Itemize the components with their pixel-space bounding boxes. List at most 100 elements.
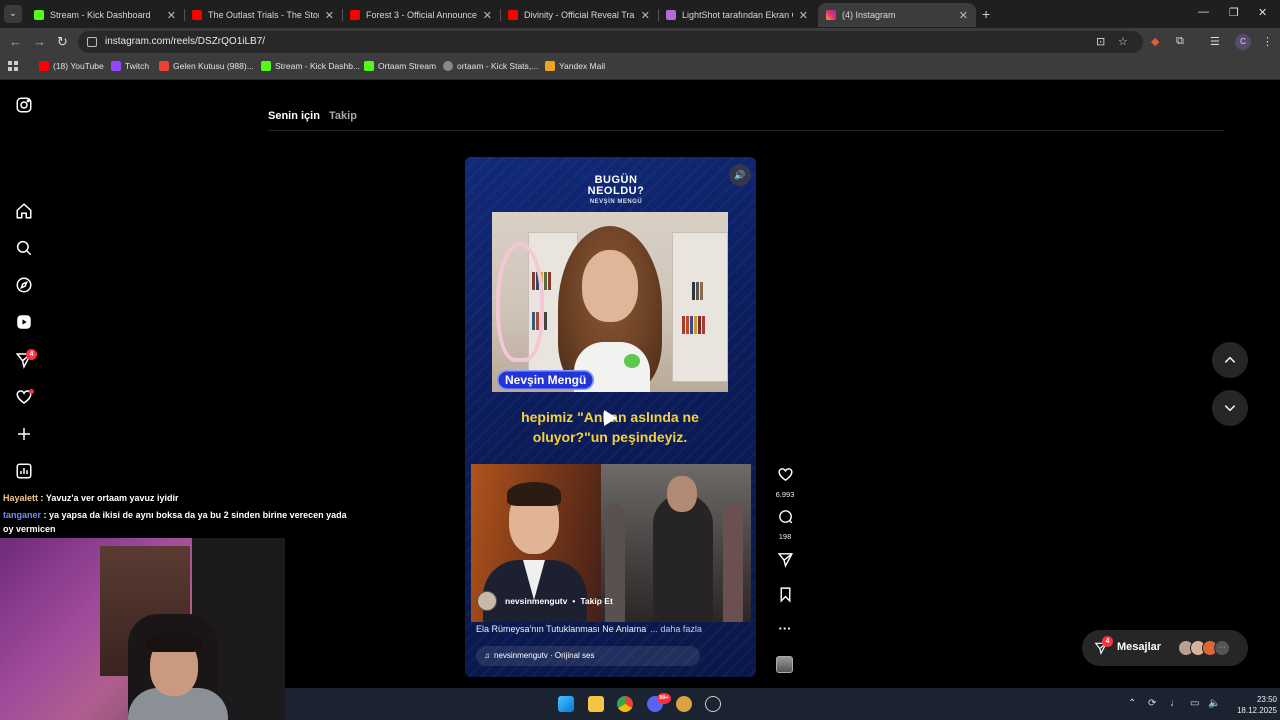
back-button[interactable]: ← — [9, 34, 22, 49]
tab-title: Divinity - Official Reveal Trailer — [524, 10, 635, 20]
speaker-icon[interactable]: 🔈 — [1208, 698, 1220, 709]
share-button[interactable] — [775, 551, 795, 573]
reels-icon[interactable] — [15, 313, 33, 331]
bookmark-kick-stats[interactable]: ortaam - Kick Stats,... — [443, 61, 538, 71]
comment-icon — [778, 510, 792, 524]
show-logo: BUGÜN NEOLDU? NEVŞİN MENGÜ — [587, 174, 645, 206]
notification-dot — [29, 389, 34, 394]
reel-video[interactable]: BUGÜN NEOLDU? NEVŞİN MENGÜ 🔊 Nevşin Meng… — [465, 157, 756, 677]
forward-button[interactable]: → — [33, 34, 46, 49]
chat-username: tanganer — [3, 510, 42, 520]
follow-button[interactable]: Takip Et — [580, 596, 612, 606]
tab-title: LightShot tarafından Ekran Görü — [682, 10, 793, 20]
presenter-photo — [492, 212, 728, 392]
chat-username: Hayalett — [3, 493, 39, 503]
tab-title: (4) Instagram — [842, 10, 896, 20]
close-tab-icon[interactable]: ✕ — [167, 9, 176, 22]
explore-compass-icon[interactable] — [15, 276, 33, 294]
youtube-icon — [350, 10, 360, 20]
tab-for-you[interactable]: Senin için — [268, 110, 320, 122]
close-tab-icon[interactable]: ✕ — [799, 9, 808, 22]
bookmark-star-icon[interactable]: ☆ — [1118, 35, 1128, 48]
restore-button[interactable]: ❐ — [1229, 6, 1239, 19]
tab-search-button[interactable]: ⌄ — [4, 5, 22, 23]
new-tab-button[interactable]: + — [982, 6, 990, 22]
sync-icon[interactable]: ⟳ — [1148, 698, 1156, 709]
bookmark-yandex-mail[interactable]: Yandex Mail — [545, 61, 605, 71]
like-button[interactable]: 6.993 — [775, 466, 795, 499]
tab-forest-3[interactable]: Forest 3 - Official Announceme ✕ — [342, 3, 500, 27]
heart-icon — [777, 468, 793, 482]
chat-message: tanganer : ya yapsa da ikisi de aynı bok… — [3, 510, 347, 520]
save-button[interactable] — [775, 586, 795, 608]
messages-pill[interactable]: 4 Mesajlar ··· — [1082, 630, 1248, 666]
address-bar[interactable]: instagram.com/reels/DSZrQO1iLB7/ ⊡ ☆ — [78, 31, 1143, 53]
close-tab-icon[interactable]: ✕ — [483, 9, 492, 22]
search-icon[interactable] — [15, 239, 33, 257]
app-icon[interactable] — [676, 696, 692, 712]
presenter-name-tag: Nevşin Mengü — [497, 370, 595, 390]
youtube-icon — [39, 61, 49, 71]
tray-chevron-up-icon[interactable]: ⌃ — [1128, 698, 1136, 709]
start-windows-icon[interactable] — [558, 696, 574, 712]
extensions-puzzle-icon[interactable]: ⧉ — [1176, 35, 1184, 48]
browser-menu-icon[interactable]: ⋮ — [1262, 35, 1273, 48]
comment-button[interactable]: 198 — [775, 508, 795, 541]
twitch-icon — [111, 61, 121, 71]
create-plus-icon[interactable] — [15, 425, 33, 443]
reel-description: Ela Rümeysa'nın Tutuklanması Ne Anlama..… — [476, 624, 702, 634]
bookmark-icon — [780, 587, 790, 603]
extension-icon[interactable]: ◆ — [1151, 35, 1159, 48]
dashboard-chart-icon[interactable] — [15, 462, 33, 480]
reload-button[interactable]: ↻ — [57, 34, 68, 50]
profile-avatar[interactable]: C — [1235, 34, 1251, 50]
minimize-button[interactable]: — — [1198, 6, 1209, 18]
close-tab-icon[interactable]: ✕ — [641, 9, 650, 22]
close-window-button[interactable]: ✕ — [1258, 6, 1267, 19]
microphone-icon[interactable]: ♩ — [1170, 698, 1180, 709]
next-reel-button[interactable] — [1212, 390, 1248, 426]
url-text[interactable]: instagram.com/reels/DSZrQO1iLB7/ — [105, 36, 265, 47]
chrome-icon[interactable] — [617, 696, 633, 712]
reading-list-icon[interactable]: ☰ — [1210, 35, 1220, 48]
bookmark-gmail[interactable]: Gelen Kutusu (988)... — [159, 61, 254, 71]
author-username[interactable]: nevsinmengutv — [505, 596, 567, 606]
bookmark-ortaam-stream[interactable]: Ortaam Stream — [364, 61, 436, 71]
install-app-icon[interactable]: ⊡ — [1096, 35, 1105, 48]
windows-taskbar: 99+ ⌃ ⟳ ♩ ▭ 🔈 23:50 18.12.2025 — [285, 688, 1280, 720]
bookmark-youtube[interactable]: (18) YouTube — [39, 61, 104, 71]
instagram-logo-icon[interactable] — [15, 96, 33, 114]
bookmark-kick-dashboard[interactable]: Stream - Kick Dashb... — [261, 61, 360, 71]
file-explorer-icon[interactable] — [588, 696, 604, 712]
tab-following[interactable]: Takip — [329, 110, 357, 122]
tab-outlast-trials[interactable]: The Outlast Trials - The Story So ✕ — [184, 3, 342, 27]
more-link[interactable]: ... daha fazla — [650, 624, 702, 634]
volume-icon[interactable]: 🔊 — [729, 164, 751, 186]
previous-reel-button[interactable] — [1212, 342, 1248, 378]
tab-title: The Outlast Trials - The Story So — [208, 10, 319, 20]
audio-pill[interactable]: ♫ nevsinmengutv · Orijinal ses — [476, 646, 700, 666]
tab-lightshot[interactable]: LightShot tarafından Ekran Görü ✕ — [658, 3, 816, 27]
ring-light — [496, 242, 544, 362]
site-info-icon[interactable] — [87, 37, 97, 47]
apps-grid-icon[interactable] — [8, 61, 19, 72]
home-icon[interactable] — [15, 202, 33, 220]
tab-title: Stream - Kick Dashboard — [50, 10, 151, 20]
audio-thumbnail[interactable] — [776, 656, 793, 673]
author-avatar[interactable] — [477, 591, 497, 611]
mail-icon — [545, 61, 555, 71]
tab-divinity[interactable]: Divinity - Official Reveal Trailer ✕ — [500, 3, 658, 27]
close-tab-icon[interactable]: ✕ — [325, 9, 334, 22]
tab-kick-dashboard[interactable]: Stream - Kick Dashboard ✕ — [26, 3, 184, 27]
close-tab-icon[interactable]: ✕ — [959, 9, 968, 22]
bookmark-twitch[interactable]: Twitch — [111, 61, 149, 71]
messages-label: Mesajlar — [1117, 641, 1162, 653]
reel-author: nevsinmengutv • Takip Et — [477, 591, 613, 611]
share-paper-plane-icon — [777, 553, 793, 568]
tab-instagram[interactable]: (4) Instagram ✕ — [818, 3, 976, 27]
obs-icon[interactable] — [705, 696, 721, 712]
system-clock[interactable]: 23:50 18.12.2025 — [1229, 694, 1277, 716]
play-icon[interactable] — [604, 410, 617, 426]
network-icon[interactable]: ▭ — [1190, 698, 1199, 709]
more-options-icon[interactable]: ··· — [775, 621, 795, 636]
